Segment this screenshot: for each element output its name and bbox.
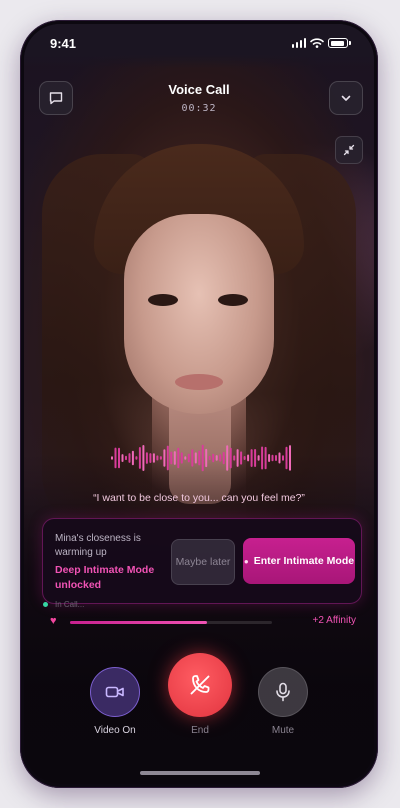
waveform-bar xyxy=(257,455,260,461)
affinity-bar xyxy=(70,621,272,624)
waveform-bar xyxy=(247,454,250,462)
waveform-bar xyxy=(264,446,267,470)
affinity-gain: +2 Affinity xyxy=(312,615,356,626)
affinity-bar-fill xyxy=(70,621,208,624)
affinity-row: ♥ +2 Affinity xyxy=(50,615,356,628)
waveform-bar xyxy=(118,447,120,469)
status-time: 9:41 xyxy=(50,36,77,51)
video-control: Video On xyxy=(90,667,140,736)
waveform-bar xyxy=(282,455,284,461)
waveform-bar xyxy=(271,454,274,462)
drop-icon: ● xyxy=(243,556,249,566)
waveform-bar xyxy=(177,447,180,469)
heart-icon: ♥ xyxy=(50,615,57,627)
waveform-bar xyxy=(243,456,246,460)
waveform-bar xyxy=(222,451,225,465)
waveform-bar xyxy=(278,452,281,464)
waveform-bar xyxy=(125,455,127,461)
signal-icon xyxy=(291,38,306,48)
mute-button[interactable] xyxy=(258,667,308,717)
waveform-bar xyxy=(131,450,134,466)
waveform-bar xyxy=(236,449,239,467)
end-call-button[interactable] xyxy=(168,653,232,717)
waveform-bar xyxy=(128,453,131,463)
waveform-bar xyxy=(159,456,162,460)
call-title: Voice Call xyxy=(168,82,230,97)
waveform-bar xyxy=(215,455,218,461)
waveform-bar xyxy=(111,456,113,460)
microphone-icon xyxy=(276,682,290,702)
closeness-status: Mina's closeness is warming up xyxy=(55,533,141,558)
mute-control: Mute xyxy=(258,667,308,736)
battery-icon xyxy=(328,38,351,48)
waveform-bar xyxy=(285,446,288,470)
waveform-bar xyxy=(250,449,253,467)
waveform-bar xyxy=(184,456,187,460)
waveform-bar xyxy=(180,452,183,464)
waveform-bar xyxy=(240,451,243,465)
home-indicator xyxy=(140,771,260,775)
waveform-bar xyxy=(205,448,208,468)
waveform-bar xyxy=(208,455,211,461)
waveform-bar xyxy=(170,451,173,465)
unlock-message: Deep Intimate Mode unlocked xyxy=(55,564,155,591)
call-status-text: In Call... xyxy=(55,600,85,608)
call-timer: 00:32 xyxy=(181,103,217,114)
waveform-bar xyxy=(163,449,166,467)
portrait-lips xyxy=(175,374,223,390)
voice-waveform xyxy=(111,444,291,472)
waveform-bar xyxy=(149,453,152,463)
waveform-bar xyxy=(114,447,117,469)
waveform-bar xyxy=(145,452,148,464)
waveform-bar xyxy=(166,445,169,471)
voice-caption: “I want to be close to you... can you fe… xyxy=(93,492,305,504)
minimize-button[interactable] xyxy=(335,136,363,164)
video-camera-icon xyxy=(105,686,124,698)
waveform-bar xyxy=(268,454,271,462)
waveform-bar xyxy=(142,445,145,471)
waveform-bar xyxy=(156,455,159,461)
waveform-bar xyxy=(191,449,194,467)
waveform-bar xyxy=(226,445,229,471)
waveform-bar xyxy=(173,451,176,465)
waveform-bar xyxy=(121,454,124,462)
video-on-label: Video On xyxy=(94,725,136,736)
collapse-button[interactable] xyxy=(329,81,363,115)
end-label: End xyxy=(191,725,209,736)
waveform-bar xyxy=(261,446,264,470)
chevron-down-icon xyxy=(341,95,351,101)
wifi-icon xyxy=(310,38,324,48)
waveform-bar xyxy=(275,455,277,461)
enter-intimate-mode-label: Enter Intimate Mode xyxy=(253,554,355,567)
waveform-bar xyxy=(254,449,257,467)
portrait-eye xyxy=(218,294,248,306)
waveform-bar xyxy=(201,444,204,472)
waveform-bar xyxy=(289,445,291,471)
waveform-bar xyxy=(229,447,232,469)
online-indicator xyxy=(43,602,48,607)
phone-frame: 9:41 Voice Call 00:32 “I want to be clos… xyxy=(20,20,378,788)
minimize-arrows-icon xyxy=(343,144,355,156)
maybe-later-button[interactable]: Maybe later xyxy=(171,539,235,585)
status-bar: 9:41 xyxy=(24,36,374,56)
video-on-button[interactable] xyxy=(90,667,140,717)
waveform-bar xyxy=(212,453,215,463)
enter-intimate-mode-button[interactable]: ● Enter Intimate Mode xyxy=(243,538,355,584)
waveform-bar xyxy=(194,452,197,464)
waveform-bar xyxy=(187,453,190,463)
call-screen: 9:41 Voice Call 00:32 “I want to be clos… xyxy=(24,24,374,784)
waveform-bar xyxy=(219,454,222,462)
phone-hangup-icon xyxy=(190,675,210,695)
waveform-bar xyxy=(152,453,155,463)
waveform-bar xyxy=(233,455,236,461)
waveform-bar xyxy=(138,447,141,469)
mute-label: Mute xyxy=(271,725,295,736)
end-control: End xyxy=(168,653,232,736)
intimate-mode-card: Mina's closeness is warming up Deep Inti… xyxy=(42,518,362,604)
portrait-eye xyxy=(148,294,178,306)
waveform-bar xyxy=(135,456,138,460)
waveform-bar xyxy=(198,450,201,466)
